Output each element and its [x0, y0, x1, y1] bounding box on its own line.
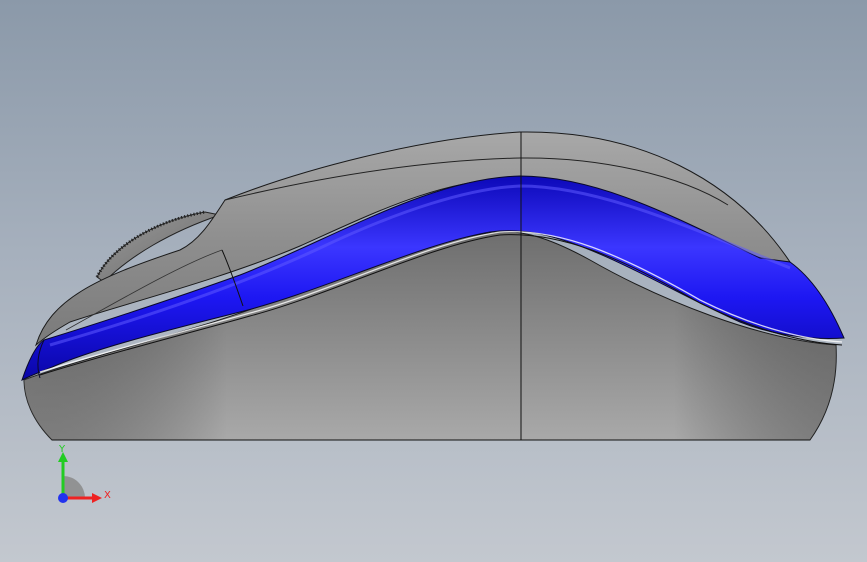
model-scene[interactable]	[0, 0, 867, 562]
axis-triad: Y X	[48, 440, 118, 510]
z-axis-dot	[58, 493, 68, 503]
x-axis-label: X	[104, 490, 111, 501]
graphics-viewport[interactable]: Y X	[0, 0, 867, 562]
y-axis-label: Y	[58, 444, 66, 455]
